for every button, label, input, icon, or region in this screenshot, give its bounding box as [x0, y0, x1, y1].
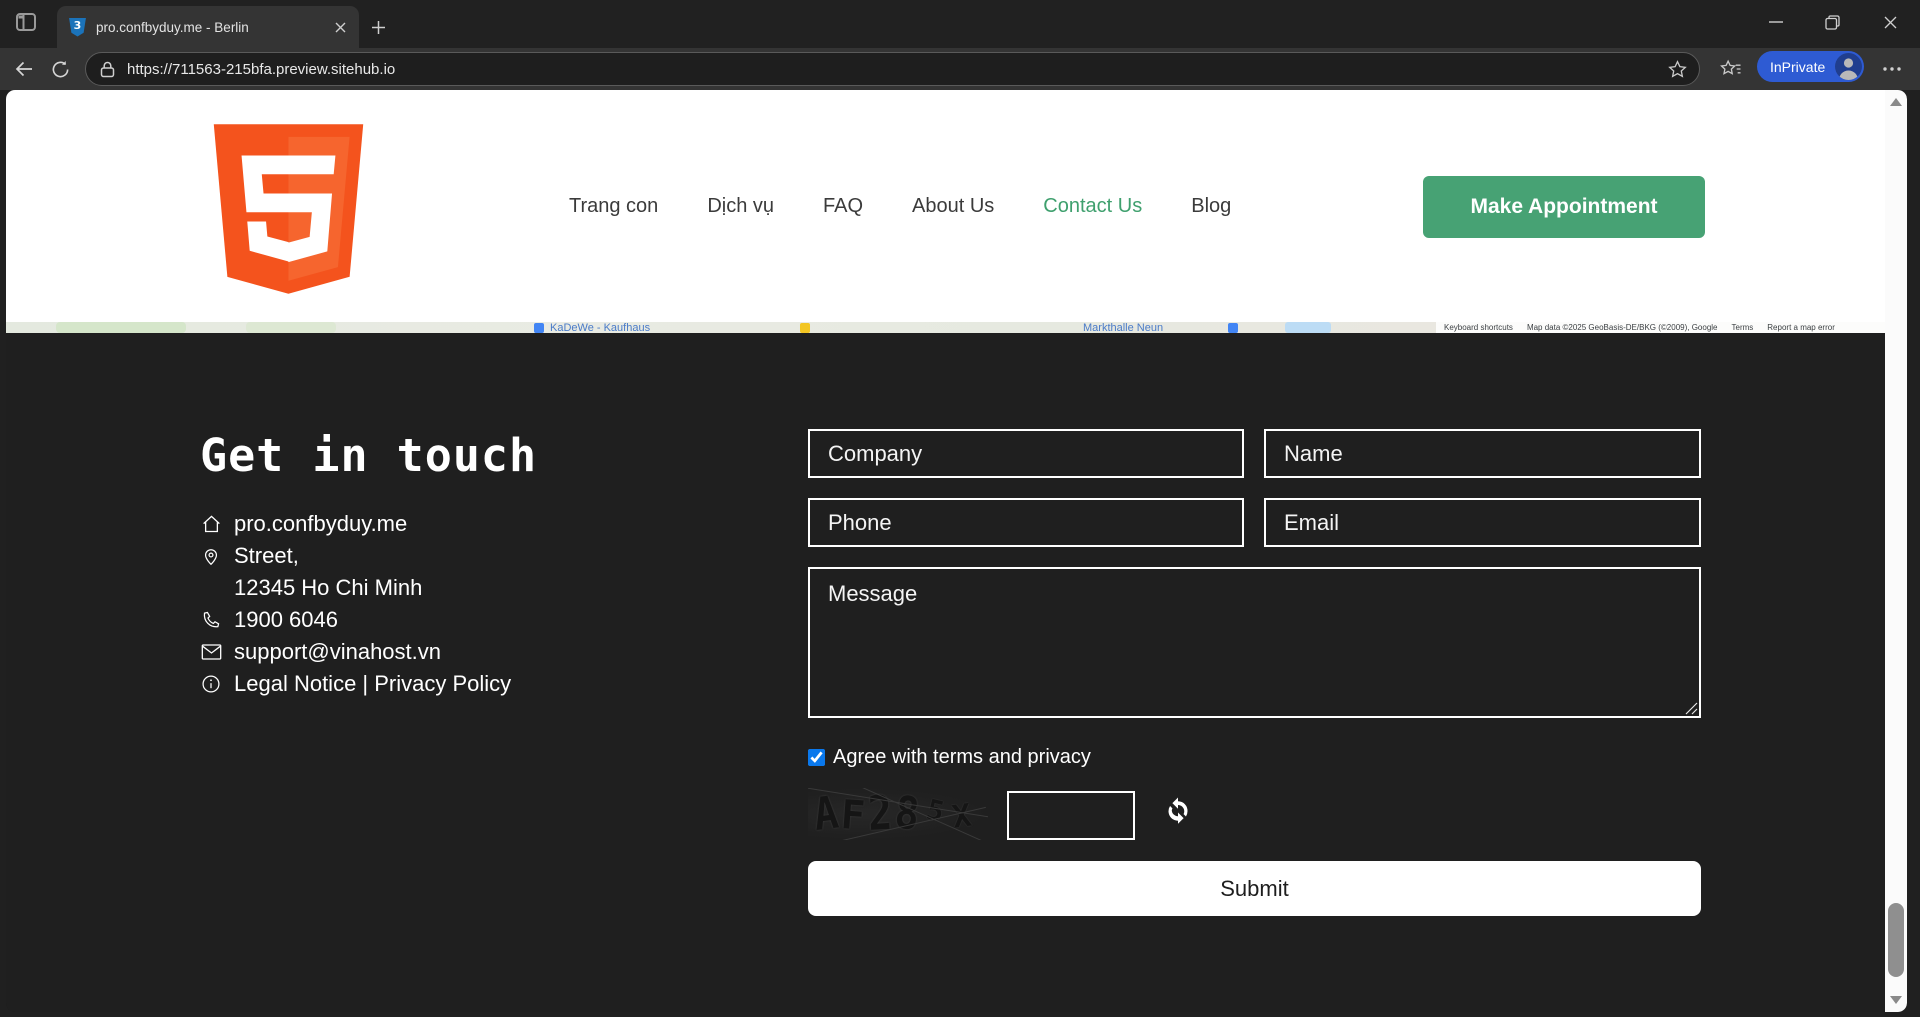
back-icon	[14, 59, 34, 79]
maximize-icon	[1825, 15, 1840, 30]
html5-logo[interactable]	[212, 122, 365, 295]
email-input[interactable]	[1264, 498, 1701, 547]
contact-info-list: pro.confbyduy.me Street, 12345 Ho Chi Mi…	[200, 508, 511, 700]
main-navigation: Trang con Dịch vụ FAQ About Us Contact U…	[569, 192, 1231, 220]
contact-phone: 1900 6046	[234, 607, 338, 633]
contact-section: Get in touch pro.confbyduy.me Street, 12…	[6, 333, 1885, 1012]
refresh-icon	[51, 60, 70, 79]
get-in-touch-heading: Get in touch	[200, 429, 537, 482]
tab-actions-button[interactable]	[14, 10, 38, 34]
map-water-patch	[1285, 322, 1331, 333]
back-button[interactable]	[8, 53, 40, 85]
company-input[interactable]	[808, 429, 1244, 478]
name-input[interactable]	[1264, 429, 1701, 478]
contact-street-row: Street,	[200, 540, 511, 572]
contact-street: Street,	[234, 543, 299, 569]
submit-button[interactable]: Submit	[808, 861, 1701, 916]
browser-tab[interactable]: 3 pro.confbyduy.me - Berlin	[57, 6, 359, 48]
favorites-star-icon	[1720, 59, 1741, 79]
scrollbar-thumb[interactable]	[1888, 903, 1904, 977]
map-attribution: Keyboard shortcuts Map data ©2025 GeoBas…	[1436, 322, 1885, 333]
url-text: https://711563-215bfa.preview.sitehub.io	[127, 61, 1668, 78]
scroll-up-button[interactable]	[1885, 92, 1907, 112]
envelope-icon	[200, 641, 222, 663]
map-data-credit: Map data ©2025 GeoBasis-DE/BKG (©2009), …	[1527, 323, 1718, 332]
address-bar[interactable]: https://711563-215bfa.preview.sitehub.io	[85, 52, 1700, 86]
css3-favicon-icon: 3	[69, 18, 86, 37]
inprivate-label: InPrivate	[1770, 59, 1825, 75]
contact-website-row: pro.confbyduy.me	[200, 508, 511, 540]
map-park-patch	[246, 322, 336, 333]
tab-close-button[interactable]	[331, 18, 349, 36]
map-terms-link[interactable]: Terms	[1732, 323, 1754, 332]
page-content: Trang con Dịch vụ FAQ About Us Contact U…	[6, 90, 1907, 1012]
home-icon	[200, 513, 222, 535]
captcha-image: AF285X	[808, 788, 988, 840]
map-pin-icon	[200, 545, 222, 567]
contact-city-row: 12345 Ho Chi Minh	[200, 572, 511, 604]
phone-input[interactable]	[808, 498, 1244, 547]
info-icon	[200, 673, 222, 695]
inprivate-badge[interactable]: InPrivate	[1757, 51, 1864, 82]
map-marker-icon	[1228, 323, 1238, 333]
nav-item-about-us[interactable]: About Us	[912, 195, 994, 218]
contact-website: pro.confbyduy.me	[234, 511, 407, 537]
contact-email: support@vinahost.vn	[234, 639, 441, 665]
map-report-error-link[interactable]: Report a map error	[1767, 323, 1835, 332]
tab-strip: 3 pro.confbyduy.me - Berlin	[0, 0, 1920, 48]
map-marker-icon	[534, 323, 544, 333]
map-keyboard-shortcuts[interactable]: Keyboard shortcuts	[1444, 323, 1513, 332]
agree-checkbox[interactable]	[808, 749, 825, 766]
captcha-refresh-button[interactable]	[1162, 795, 1194, 827]
contact-city: 12345 Ho Chi Minh	[234, 575, 422, 601]
make-appointment-button[interactable]: Make Appointment	[1423, 176, 1705, 238]
window-close-button[interactable]	[1867, 5, 1913, 39]
plus-icon	[371, 20, 386, 35]
close-icon	[1884, 16, 1897, 29]
captcha-refresh-icon	[1163, 795, 1193, 825]
browser-toolbar: https://711563-215bfa.preview.sitehub.io…	[0, 48, 1920, 90]
contact-legal-row: Legal Notice | Privacy Policy	[200, 668, 511, 700]
map-park-patch	[56, 322, 186, 333]
phone-icon	[200, 609, 222, 631]
nav-item-trang-con[interactable]: Trang con	[569, 195, 658, 218]
nav-item-faq[interactable]: FAQ	[823, 195, 863, 218]
favorites-button[interactable]	[1714, 53, 1746, 85]
settings-menu-button[interactable]	[1876, 53, 1908, 85]
map-label: Markthalle Neun	[1083, 322, 1163, 333]
minimize-icon	[1769, 15, 1783, 29]
ellipsis-icon	[1883, 67, 1901, 71]
legal-privacy-links[interactable]: Legal Notice | Privacy Policy	[234, 671, 511, 697]
contact-phone-row: 1900 6046	[200, 604, 511, 636]
message-textarea[interactable]	[808, 567, 1701, 718]
agree-label: Agree with terms and privacy	[833, 746, 1091, 769]
new-tab-button[interactable]	[366, 15, 390, 39]
refresh-button[interactable]	[44, 53, 76, 85]
scroll-down-button[interactable]	[1885, 990, 1907, 1010]
captcha-input[interactable]	[1007, 791, 1135, 840]
bookmark-star-icon[interactable]	[1668, 60, 1687, 79]
scroll-up-icon	[1890, 98, 1902, 106]
lock-icon[interactable]	[100, 61, 115, 78]
close-icon	[335, 22, 346, 33]
page-scrollbar[interactable]	[1885, 90, 1907, 1012]
agree-row: Agree with terms and privacy	[808, 746, 1091, 769]
avatar-icon	[1835, 53, 1862, 80]
contact-email-row: support@vinahost.vn	[200, 636, 511, 668]
window-maximize-button[interactable]	[1809, 5, 1855, 39]
google-map[interactable]: KaDeWe - Kaufhaus Markthalle Neun Keyboa…	[6, 322, 1885, 333]
scroll-down-icon	[1890, 996, 1902, 1004]
window-minimize-button[interactable]	[1753, 5, 1799, 39]
site-header: Trang con Dịch vụ FAQ About Us Contact U…	[6, 90, 1885, 322]
map-label: KaDeWe - Kaufhaus	[550, 322, 650, 333]
map-transit-icon	[800, 323, 810, 333]
nav-item-dich-vu[interactable]: Dịch vụ	[707, 195, 774, 218]
tab-overview-icon	[15, 11, 37, 33]
tab-title: pro.confbyduy.me - Berlin	[96, 20, 331, 35]
nav-item-blog[interactable]: Blog	[1191, 195, 1231, 218]
nav-item-contact-us[interactable]: Contact Us	[1043, 195, 1142, 218]
